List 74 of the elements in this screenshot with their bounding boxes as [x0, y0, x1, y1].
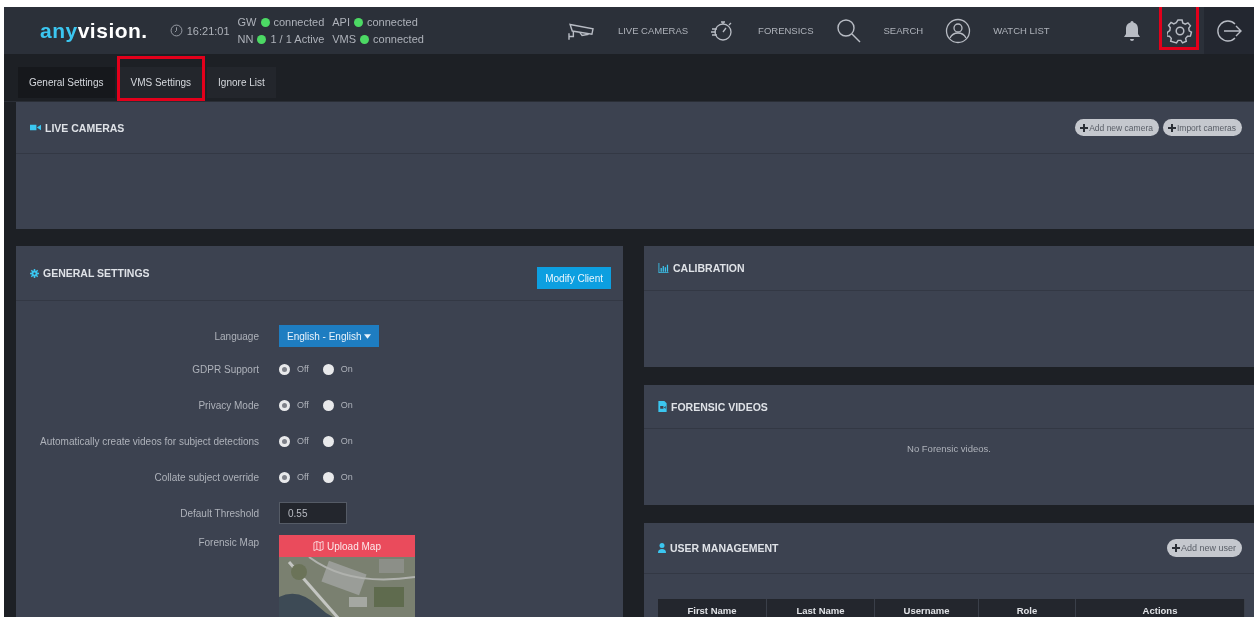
search-icon: [835, 17, 862, 44]
setting-label: Automatically create videos for subject detections: [39, 435, 260, 447]
highlight-frame: [1159, 7, 1199, 50]
gear-icon: [30, 268, 39, 278]
radio-option[interactable]: Off: [279, 399, 309, 411]
radio-option[interactable]: On: [322, 399, 353, 411]
radio-button[interactable]: [279, 363, 290, 375]
setting-label: Language: [213, 330, 260, 342]
nav-link[interactable]: LIVE CAMERAS: [617, 25, 689, 36]
plus-icon: [1171, 544, 1180, 552]
nav-link[interactable]: WATCH LIST: [993, 25, 1050, 36]
pill-button[interactable]: Add new camera: [1075, 119, 1159, 136]
column-header: Actions: [1076, 599, 1245, 617]
setting-label: Collate subject override: [153, 471, 260, 483]
panel-title: FORENSIC VIDEOS: [671, 400, 768, 413]
status-label: VMS: [332, 33, 357, 45]
video-file-icon: [658, 401, 667, 412]
setting-label: Forensic Map: [197, 536, 260, 548]
radio-button[interactable]: [322, 399, 334, 411]
logo: anyvision.: [40, 18, 148, 43]
setting-label: GDPR Support: [191, 363, 260, 375]
modify-client-button[interactable]: Modify Client: [537, 267, 611, 289]
status-label: GW: [237, 16, 257, 28]
radio-option[interactable]: Off: [279, 435, 309, 447]
clock-icon: [169, 24, 183, 37]
upload-map-button[interactable]: Upload Map: [279, 535, 415, 557]
column-header: Username: [875, 599, 979, 617]
status-label: NN: [237, 33, 254, 45]
radio-button[interactable]: [322, 363, 334, 375]
status-value: connected: [367, 16, 418, 28]
tab[interactable]: Ignore List: [207, 67, 276, 98]
radio-option[interactable]: Off: [279, 471, 309, 483]
settings-icon: [1167, 17, 1193, 44]
plus-icon: [1080, 123, 1089, 132]
panel-title: CALIBRATION: [673, 262, 745, 274]
radio-option[interactable]: On: [322, 471, 353, 483]
status-value: connected: [273, 16, 325, 28]
radio-button[interactable]: [322, 471, 334, 483]
column-header: First Name: [658, 599, 767, 617]
radio-button[interactable]: [279, 471, 290, 483]
map-icon: [313, 541, 325, 551]
panel-title: GENERAL SETTINGS: [43, 267, 150, 279]
column-header: Last Name: [767, 599, 875, 617]
nav-link[interactable]: SEARCH: [883, 25, 924, 36]
status-label: API: [332, 16, 350, 28]
status-value: connected: [373, 33, 424, 45]
add-user-button[interactable]: Add new user: [1166, 539, 1242, 557]
column-header: Role: [979, 599, 1076, 617]
panel-title: USER MANAGEMENT: [670, 542, 779, 554]
radio-option[interactable]: On: [322, 363, 353, 375]
video-camera-icon: [30, 123, 41, 132]
pill-button[interactable]: Import cameras: [1162, 119, 1242, 136]
setting-label: Privacy Mode: [197, 399, 260, 411]
plus-icon: [1167, 123, 1176, 132]
user-icon: [658, 543, 666, 553]
panel-title: LIVE CAMERAS: [45, 121, 125, 134]
setting-label: Default Threshold: [179, 507, 260, 519]
radio-option[interactable]: On: [322, 435, 353, 447]
bar-chart-icon: [658, 263, 669, 273]
caret-icon: [364, 333, 372, 339]
radio-button[interactable]: [279, 435, 290, 447]
radio-button[interactable]: [322, 435, 334, 447]
logout-button[interactable]: [1204, 7, 1254, 54]
status-value: 1 / 1 Active: [270, 33, 325, 45]
threshold-field[interactable]: 0.55: [279, 502, 347, 524]
clock-time: 16:21:01: [186, 24, 230, 37]
nav-link[interactable]: FORENSICS: [758, 25, 814, 36]
radio-option[interactable]: Off: [279, 363, 309, 375]
tab[interactable]: VMS Settings: [119, 67, 203, 98]
person-circle-icon: [945, 17, 972, 44]
radio-button[interactable]: [279, 399, 290, 411]
language-dropdown[interactable]: English - English: [279, 325, 380, 347]
empty-message: No Forensic videos.: [906, 442, 992, 454]
tab[interactable]: General Settings: [18, 67, 115, 98]
